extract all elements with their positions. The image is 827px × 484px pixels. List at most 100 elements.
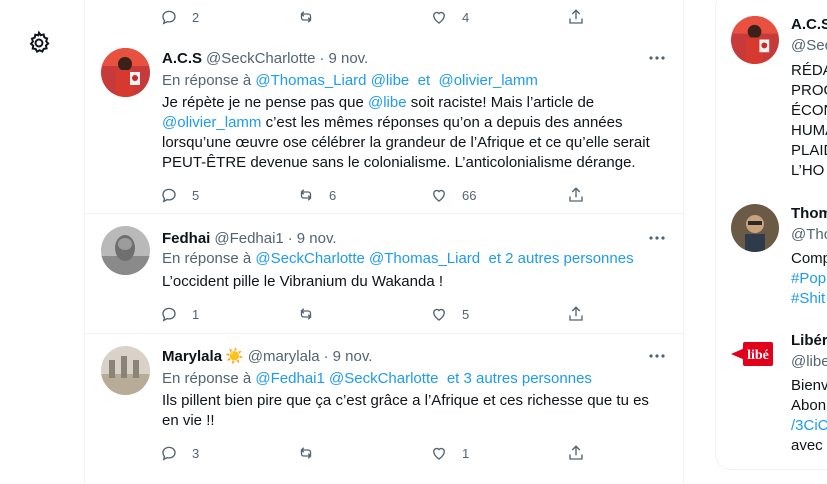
sun-emoji: ☀️ bbox=[225, 348, 244, 365]
svg-text:libé: libé bbox=[747, 348, 769, 363]
left-nav bbox=[0, 0, 84, 484]
reply-context: En réponse à @SeckCharlotte @Thomas_Liar… bbox=[162, 250, 634, 267]
tweet-actions: 1 5 bbox=[160, 304, 680, 324]
retweet-count: 6 bbox=[329, 187, 337, 203]
account-name[interactable]: Thom bbox=[791, 205, 827, 222]
previous-tweet-actions: 2 4 bbox=[160, 7, 680, 27]
bio-line: Comp bbox=[791, 250, 827, 267]
display-name[interactable]: A.C.S bbox=[162, 50, 202, 67]
conversation-timeline: 2 4 A.C.S @SeckCharlotte · 9 nov. En rép… bbox=[84, 0, 685, 484]
share-button[interactable] bbox=[567, 185, 585, 205]
mention-link[interactable]: @Thomas_Liard bbox=[369, 250, 480, 267]
mention-link[interactable]: @SeckCharlotte bbox=[329, 370, 438, 387]
retweet-icon bbox=[300, 308, 312, 320]
hashtag-link[interactable]: #Pop bbox=[791, 270, 826, 287]
reply-context: En réponse à @Fedhai1 @SeckCharlotte et … bbox=[162, 370, 592, 387]
user-handle[interactable]: @SeckCharlotte bbox=[206, 50, 315, 67]
timestamp[interactable]: 9 nov. bbox=[328, 50, 368, 67]
more-options-icon[interactable] bbox=[647, 48, 667, 68]
others-link[interactable]: et 3 autres personnes bbox=[447, 370, 592, 387]
liberation-logo[interactable]: libé bbox=[731, 330, 779, 378]
like-button[interactable]: 1 bbox=[430, 443, 469, 463]
share-icon bbox=[569, 445, 583, 460]
tweet-header: Fedhai @Fedhai1 · 9 nov. bbox=[162, 228, 337, 248]
tweet-text: Je répète je ne pense pas que @libe soit… bbox=[162, 94, 650, 171]
retweet-icon bbox=[300, 11, 312, 23]
tweet-header: A.C.S @SeckCharlotte · 9 nov. bbox=[162, 48, 368, 68]
tweet[interactable]: Marylala ☀️ @marylala · 9 nov. En répons… bbox=[85, 334, 685, 484]
avatar[interactable] bbox=[731, 16, 779, 64]
bio-line: RÉDA bbox=[791, 62, 827, 79]
retweet-icon bbox=[300, 447, 312, 459]
heart-icon bbox=[433, 447, 445, 460]
bio-line: ÉCON bbox=[791, 102, 827, 119]
bio-line: HUMA bbox=[791, 122, 827, 139]
mention-link[interactable]: @olivier_lamm bbox=[162, 114, 261, 131]
reply-button[interactable]: 1 bbox=[160, 304, 199, 324]
tweet[interactable]: A.C.S @SeckCharlotte · 9 nov. En réponse… bbox=[85, 36, 685, 214]
gear-icon[interactable] bbox=[26, 30, 52, 56]
mention-link[interactable]: @SeckCharlotte bbox=[255, 250, 364, 267]
share-button[interactable] bbox=[567, 7, 585, 27]
tweet-actions: 3 1 bbox=[160, 443, 680, 463]
bio-line: Bienv bbox=[791, 377, 827, 394]
share-button[interactable] bbox=[567, 304, 585, 324]
reply-button[interactable]: 5 bbox=[160, 185, 199, 205]
heart-icon bbox=[433, 11, 445, 24]
mention-link[interactable]: @Fedhai1 bbox=[255, 370, 324, 387]
share-button[interactable] bbox=[567, 443, 585, 463]
mention-link[interactable]: @Thomas_Liard bbox=[255, 72, 366, 89]
retweet-button[interactable] bbox=[297, 7, 315, 27]
reply-count: 1 bbox=[192, 306, 200, 322]
timestamp[interactable]: 9 nov. bbox=[333, 348, 373, 365]
hashtag-link[interactable]: #Shit bbox=[791, 290, 825, 307]
account-name[interactable]: A.C.S bbox=[791, 16, 827, 33]
tweet-header: Marylala ☀️ @marylala · 9 nov. bbox=[162, 346, 372, 366]
retweet-button[interactable]: 6 bbox=[297, 185, 336, 205]
retweet-button[interactable] bbox=[297, 304, 315, 324]
avatar[interactable] bbox=[731, 204, 779, 252]
avatar[interactable] bbox=[101, 346, 150, 395]
avatar[interactable] bbox=[101, 48, 150, 97]
like-count: 4 bbox=[462, 9, 470, 25]
display-name[interactable]: Marylala bbox=[162, 348, 222, 365]
bio-line: L’HO bbox=[791, 162, 825, 179]
user-handle[interactable]: @Fedhai1 bbox=[214, 230, 283, 247]
bio-link[interactable]: /3CiC bbox=[791, 417, 827, 434]
bio-line: avec bbox=[791, 437, 823, 454]
tweet[interactable]: Fedhai @Fedhai1 · 9 nov. En réponse à @S… bbox=[85, 214, 685, 334]
like-button[interactable]: 5 bbox=[430, 304, 469, 324]
user-handle[interactable]: @marylala bbox=[248, 348, 320, 365]
mention-link[interactable]: @libe bbox=[368, 94, 407, 111]
share-icon bbox=[569, 9, 583, 24]
retweet-button[interactable] bbox=[297, 443, 315, 463]
display-name[interactable]: Fedhai bbox=[162, 230, 210, 247]
like-button[interactable]: 66 bbox=[430, 185, 476, 205]
separator: · bbox=[319, 49, 325, 67]
reply-count: 3 bbox=[192, 445, 200, 461]
tweet-text: L’occident pille le Vibranium du Wakanda… bbox=[162, 273, 444, 290]
heart-icon bbox=[433, 189, 445, 202]
reply-button[interactable]: 2 bbox=[160, 7, 199, 27]
reply-icon bbox=[162, 307, 176, 322]
like-count: 66 bbox=[462, 187, 477, 203]
avatar[interactable] bbox=[101, 226, 150, 275]
reply-icon bbox=[162, 446, 176, 461]
mention-link[interactable]: @libe bbox=[371, 72, 410, 89]
reply-button[interactable]: 3 bbox=[160, 443, 199, 463]
account-name[interactable]: Libér bbox=[791, 332, 827, 349]
share-icon bbox=[569, 187, 583, 202]
account-handle: @Tho bbox=[791, 226, 827, 243]
more-options-icon[interactable] bbox=[647, 346, 667, 366]
heart-icon bbox=[433, 308, 445, 321]
timestamp[interactable]: 9 nov. bbox=[297, 230, 337, 247]
mention-link[interactable]: @olivier_lamm bbox=[438, 72, 537, 89]
like-count: 5 bbox=[462, 306, 470, 322]
account-handle: @libe bbox=[791, 353, 827, 370]
more-options-icon[interactable] bbox=[647, 228, 667, 248]
relevant-people-panel: A.C.S @Seck RÉDA PROG ÉCON HUMA PLAID L’… bbox=[715, 0, 827, 484]
tweet-text: Ils pillent bien pire que ça c’est grâce… bbox=[162, 392, 649, 429]
others-link[interactable]: et 2 autres personnes bbox=[488, 250, 633, 267]
like-count: 1 bbox=[462, 445, 470, 461]
like-button[interactable]: 4 bbox=[430, 7, 469, 27]
